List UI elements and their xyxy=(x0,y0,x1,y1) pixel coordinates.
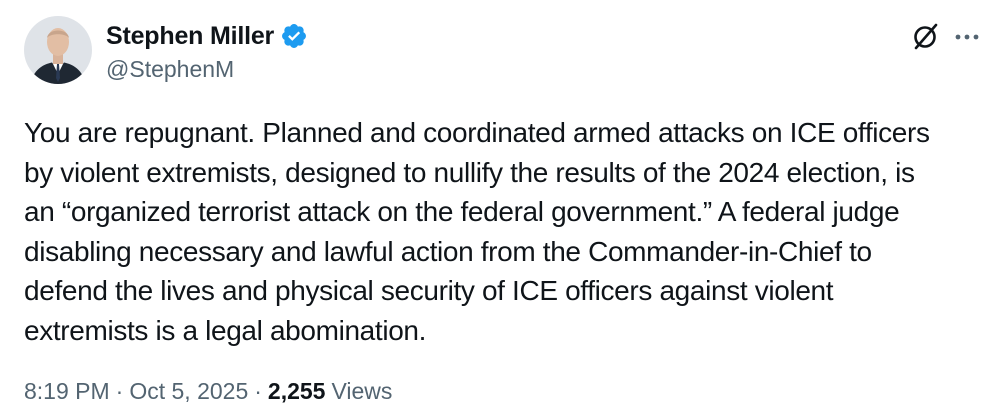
views-count[interactable]: 2,255 xyxy=(268,378,326,405)
author-display-name[interactable]: Stephen Miller xyxy=(106,22,274,51)
tweet-card: Stephen Miller @StephenM You are repugna… xyxy=(0,0,1000,420)
tweet-meta: 8:19 PM · Oct 5, 2025 · 2,255 Views xyxy=(24,378,392,405)
meta-separator: · xyxy=(115,378,124,404)
meta-separator: · xyxy=(254,378,262,404)
views-label[interactable]: Views xyxy=(331,378,392,405)
more-icon[interactable] xyxy=(952,22,982,52)
tweet-text: You are repugnant. Planned and coordinat… xyxy=(24,117,930,346)
tweet-date[interactable]: Oct 5, 2025 xyxy=(129,378,248,405)
verified-badge-icon xyxy=(280,22,308,50)
author-name-row: Stephen Miller xyxy=(106,20,308,52)
grok-icon[interactable] xyxy=(908,20,942,54)
tweet-time[interactable]: 8:19 PM xyxy=(24,378,110,405)
avatar[interactable] xyxy=(24,16,92,84)
author-handle[interactable]: @StephenM xyxy=(106,56,234,83)
